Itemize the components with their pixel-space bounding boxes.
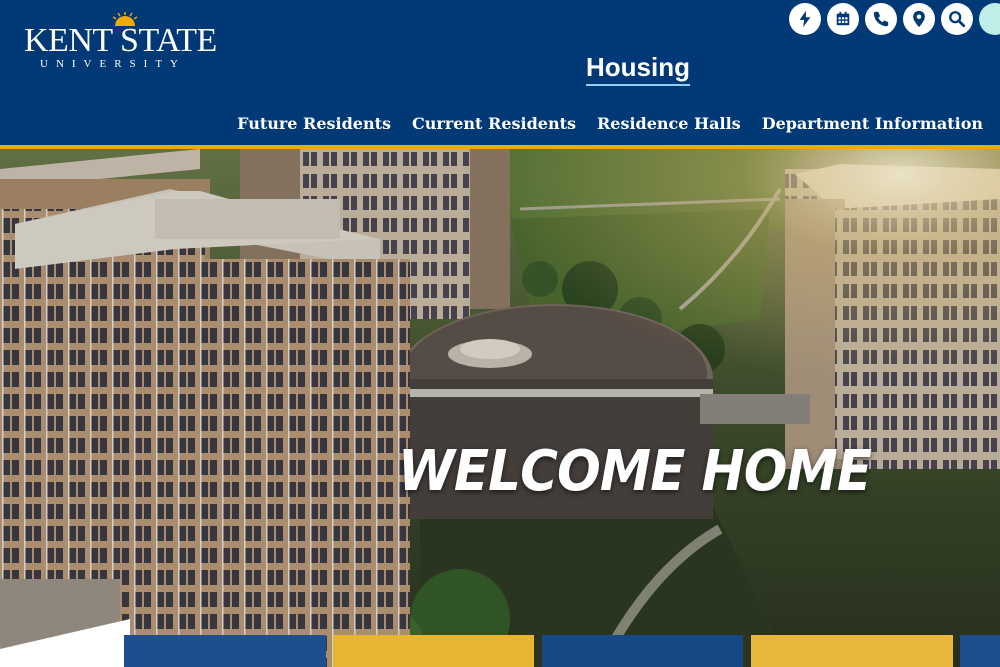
utility-nav <box>789 3 1000 35</box>
feature-tile[interactable] <box>960 635 1000 667</box>
calendar-icon[interactable] <box>827 3 859 35</box>
main-nav: Future Residents Current Residents Resid… <box>237 114 983 133</box>
feature-tile[interactable] <box>542 635 743 667</box>
feature-tile[interactable] <box>124 635 326 667</box>
phone-icon[interactable] <box>865 3 897 35</box>
campus-aerial-image <box>0 149 1000 667</box>
feature-tiles <box>0 635 1000 667</box>
search-icon[interactable] <box>941 3 973 35</box>
nav-current-residents[interactable]: Current Residents <box>412 114 576 133</box>
site-title[interactable]: Housing <box>586 52 690 86</box>
menu-toggle-button[interactable] <box>979 3 1000 35</box>
nav-future-residents[interactable]: Future Residents <box>237 114 391 133</box>
nav-department-information[interactable]: Department Information <box>762 114 983 133</box>
hero-headline: WELCOME HOME <box>398 439 872 504</box>
logo-wordmark: KENT STATE <box>24 22 217 59</box>
logo-subtitle: UNIVERSITY <box>40 58 186 70</box>
nav-residence-halls[interactable]: Residence Halls <box>597 114 741 133</box>
site-header: KENT STATE UNIVERSITY Housing Future Res… <box>0 0 1000 145</box>
hero-video: WELCOME HOME <box>0 149 1000 667</box>
map-pin-icon[interactable] <box>903 3 935 35</box>
feature-tile[interactable] <box>751 635 953 667</box>
kent-state-logo[interactable]: KENT STATE UNIVERSITY <box>24 12 229 74</box>
feature-tile[interactable] <box>333 635 534 667</box>
bolt-icon[interactable] <box>789 3 821 35</box>
